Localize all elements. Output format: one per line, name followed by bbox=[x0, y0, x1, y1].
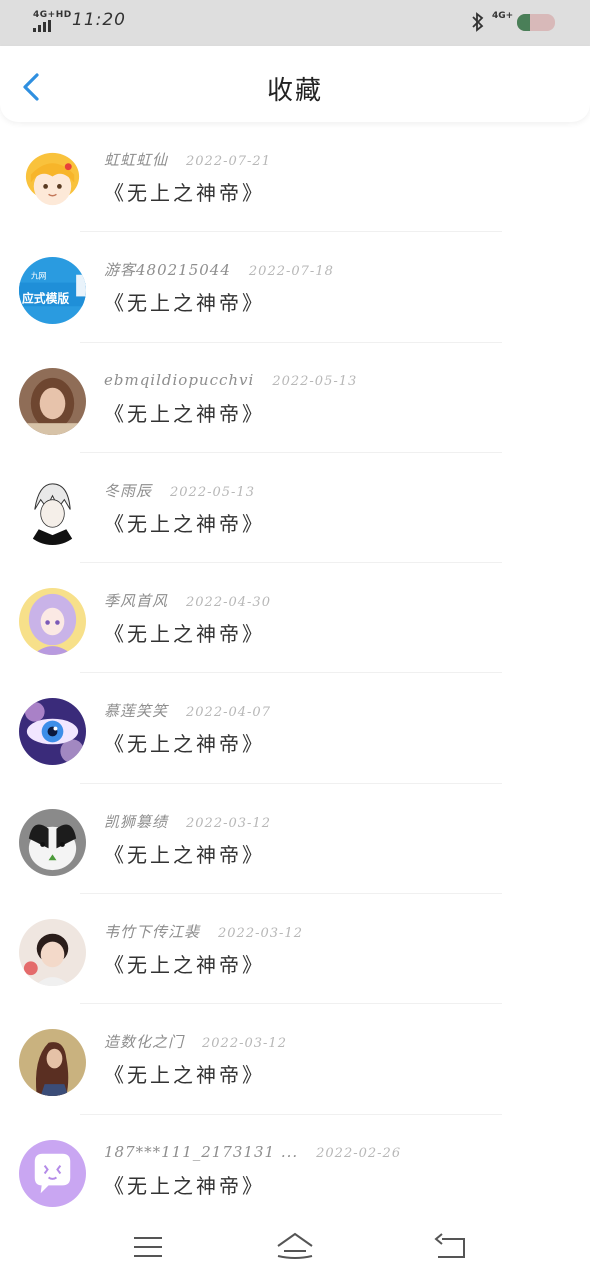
home-icon[interactable] bbox=[275, 1230, 315, 1264]
favorite-meta: 冬雨辰 2022-05-13 bbox=[104, 480, 255, 500]
favorite-meta: ebmqildiopucchvi 2022-05-13 bbox=[104, 370, 357, 390]
book-title: 《无上之神帝》 bbox=[104, 511, 265, 536]
rabbit-photo-avatar bbox=[19, 808, 86, 876]
app-header: 收藏 bbox=[0, 46, 590, 122]
woman-photo-avatar bbox=[19, 367, 86, 435]
back-arrow-icon[interactable] bbox=[430, 1230, 470, 1264]
user-name: 187***111_2173131 ... bbox=[104, 1142, 299, 1161]
favorite-item[interactable]: 慕莲笑笑 2022-04-07 《无上之神帝》 bbox=[0, 673, 590, 784]
favorite-meta: 韦竹下传江裴 2022-03-12 bbox=[104, 921, 303, 941]
favorite-date: 2022-02-26 bbox=[316, 1145, 402, 1161]
avatar-caption: 应式模版 bbox=[22, 292, 69, 306]
favorite-meta: 虹虹虹仙 2022-07-21 bbox=[104, 149, 271, 169]
favorite-date: 2022-03-12 bbox=[186, 815, 271, 831]
avatar-caption-top: 九网 bbox=[31, 272, 47, 281]
favorite-date: 2022-04-30 bbox=[186, 595, 271, 611]
template-banner-avatar: 九网 应式模版 bbox=[19, 257, 86, 325]
book-title: 《无上之神帝》 bbox=[104, 181, 265, 205]
user-name: 游客480215044 bbox=[104, 261, 231, 280]
favorite-meta: 凯狮篡绩 2022-03-12 bbox=[104, 811, 271, 831]
battery-icon bbox=[517, 14, 555, 31]
favorite-date: 2022-03-12 bbox=[202, 1036, 287, 1052]
favorite-date: 2022-03-12 bbox=[218, 926, 303, 942]
user-name: 冬雨辰 bbox=[104, 481, 153, 500]
favorite-item[interactable]: 季风首风 2022-04-30 《无上之神帝》 bbox=[0, 563, 590, 674]
chat-bubble-avatar bbox=[19, 1139, 86, 1207]
book-title: 《无上之神帝》 bbox=[104, 1173, 265, 1198]
user-name: 慕莲笑笑 bbox=[104, 702, 169, 721]
favorites-list: 虹虹虹仙 2022-07-21 《无上之神帝》 九网 应式模版 游客4802150… bbox=[0, 122, 590, 1225]
user-name: 季风首风 bbox=[104, 592, 169, 611]
book-title: 《无上之神帝》 bbox=[104, 953, 265, 978]
favorite-item[interactable]: ebmqildiopucchvi 2022-05-13 《无上之神帝》 bbox=[0, 343, 590, 453]
favorite-item[interactable]: 虹虹虹仙 2022-07-21 《无上之神帝》 bbox=[0, 122, 590, 233]
favorite-date: 2022-05-13 bbox=[170, 484, 255, 500]
favorite-item[interactable]: 韦竹下传江裴 2022-03-12 《无上之神帝》 bbox=[0, 894, 590, 1005]
network-indicator: 4G+HD bbox=[33, 10, 72, 20]
anime-white-hair-avatar bbox=[19, 477, 86, 545]
favorite-meta: 慕莲笑笑 2022-04-07 bbox=[104, 700, 271, 720]
favorite-meta: 季风首风 2022-04-30 bbox=[104, 590, 271, 610]
favorite-meta: 造数化之门 2022-03-12 bbox=[104, 1031, 287, 1051]
user-name: 韦竹下传江裴 bbox=[104, 923, 201, 942]
favorite-item[interactable]: 凯狮篡绩 2022-03-12 《无上之神帝》 bbox=[0, 784, 590, 895]
book-title: 《无上之神帝》 bbox=[104, 1063, 265, 1088]
favorite-meta: 187***111_2173131 ... 2022-02-26 bbox=[104, 1142, 401, 1162]
book-title: 《无上之神帝》 bbox=[104, 732, 265, 757]
status-bar: 4G+HD 11:20 4G+ bbox=[0, 0, 590, 46]
book-title: 《无上之神帝》 bbox=[104, 622, 265, 647]
menu-icon[interactable] bbox=[128, 1230, 168, 1264]
favorite-date: 2022-07-18 bbox=[248, 264, 334, 280]
user-name: 凯狮篡绩 bbox=[104, 812, 169, 831]
favorite-item[interactable]: 造数化之门 2022-03-12 《无上之神帝》 bbox=[0, 1004, 590, 1115]
bluetooth-icon bbox=[472, 12, 484, 32]
favorite-item[interactable]: 九网 应式模版 游客480215044 2022-07-18 《无上之神帝》 bbox=[0, 232, 590, 343]
battery-fill bbox=[517, 14, 531, 31]
child-photo-avatar bbox=[19, 919, 86, 987]
page-title: 收藏 bbox=[266, 76, 323, 106]
galaxy-eye-avatar bbox=[19, 698, 86, 766]
book-title: 《无上之神帝》 bbox=[104, 401, 265, 426]
user-name: ebmqildiopucchvi bbox=[104, 370, 255, 389]
favorite-item[interactable]: 187***111_2173131 ... 2022-02-26 《无上之神帝》 bbox=[0, 1115, 590, 1225]
favorite-item[interactable]: 冬雨辰 2022-05-13 《无上之神帝》 bbox=[0, 453, 590, 564]
favorite-meta: 游客480215044 2022-07-18 bbox=[104, 259, 334, 279]
network-indicator-right: 4G+ bbox=[492, 11, 514, 21]
signal-icon bbox=[33, 20, 55, 32]
favorite-date: 2022-07-21 bbox=[186, 154, 271, 169]
user-name: 造数化之门 bbox=[104, 1033, 185, 1052]
favorite-date: 2022-04-07 bbox=[186, 705, 271, 721]
book-title: 《无上之神帝》 bbox=[104, 291, 265, 316]
long-hair-photo-avatar bbox=[19, 1029, 86, 1097]
anime-purple-hair-avatar bbox=[19, 588, 86, 656]
book-title: 《无上之神帝》 bbox=[104, 842, 265, 867]
favorite-date: 2022-05-13 bbox=[272, 373, 358, 389]
system-nav-bar bbox=[0, 1216, 590, 1280]
cartoon-girl-avatar bbox=[19, 147, 86, 214]
user-name: 虹虹虹仙 bbox=[104, 151, 169, 169]
status-time: 11:20 bbox=[72, 10, 126, 30]
